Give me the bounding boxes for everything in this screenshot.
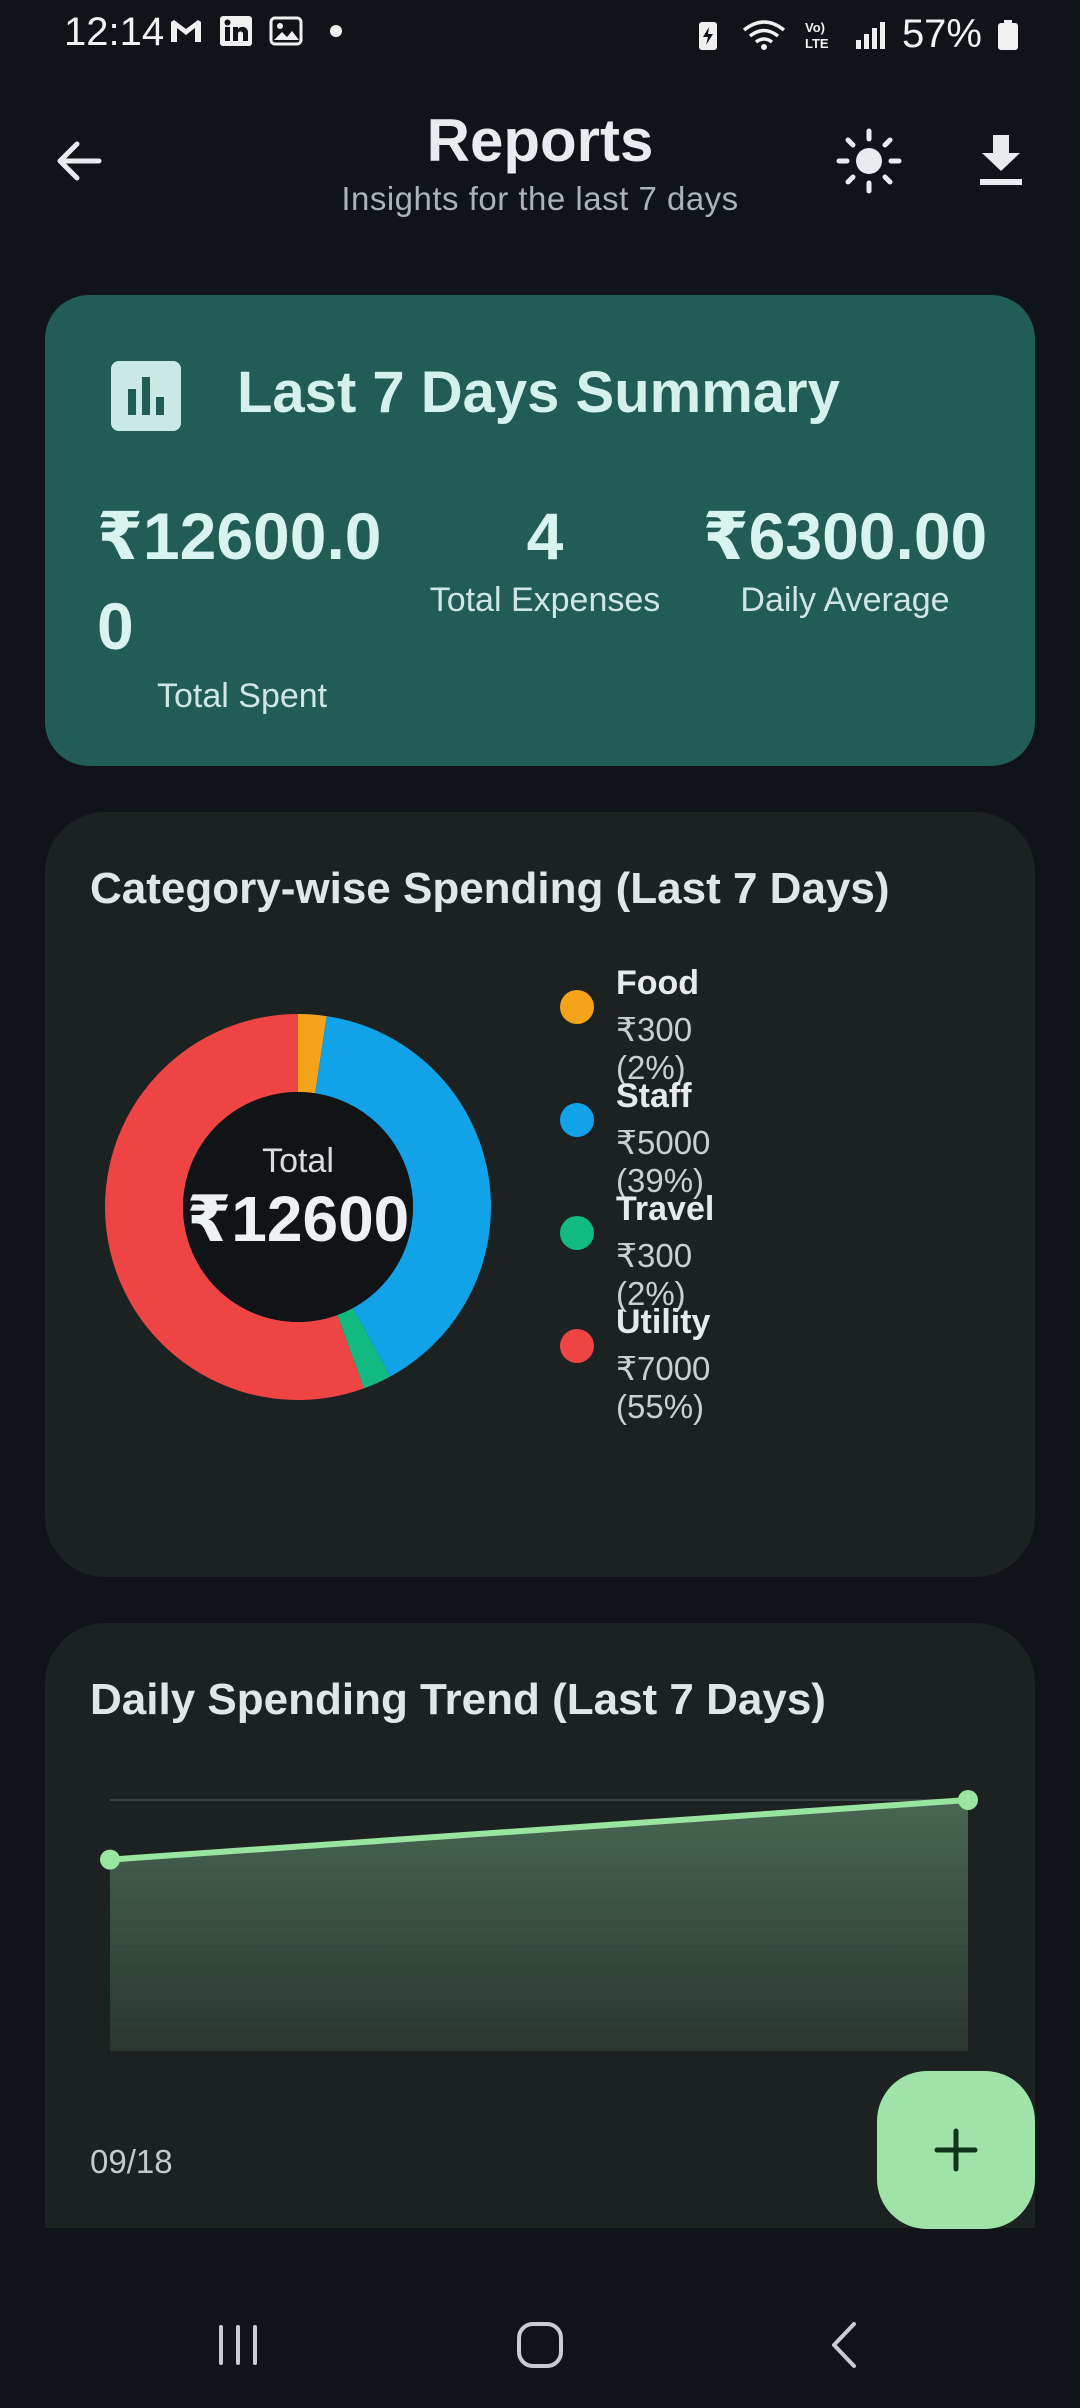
daily-average-value: ₹6300.00 bbox=[702, 499, 988, 573]
system-back-button[interactable] bbox=[784, 2300, 904, 2390]
recent-apps-icon bbox=[219, 2325, 257, 2365]
page-subtitle: Insights for the last 7 days bbox=[341, 180, 739, 217]
legend-category-amount: ₹300 (2%) bbox=[616, 1237, 693, 1312]
volte-icon: Vo)LTE bbox=[805, 20, 829, 51]
legend-category-amount: ₹300 (2%) bbox=[616, 1011, 693, 1086]
legend-category-name: Food bbox=[616, 964, 700, 1002]
daily-trend-chart[interactable] bbox=[45, 1771, 1035, 2051]
donut-center-label: Total bbox=[262, 1142, 334, 1180]
gmail-icon bbox=[171, 20, 201, 42]
legend-category-name: Staff bbox=[616, 1077, 692, 1115]
download-button[interactable] bbox=[962, 122, 1040, 200]
total-expenses-value: 4 bbox=[526, 499, 564, 573]
daily-average-label: Daily Average bbox=[740, 581, 950, 619]
total-expenses-label: Total Expenses bbox=[429, 581, 661, 619]
sun-icon bbox=[836, 128, 902, 194]
battery-saver-icon bbox=[698, 21, 717, 50]
donut-center-value: ₹12600 bbox=[186, 1183, 410, 1255]
stat-total-expenses: 4 Total Expenses bbox=[415, 491, 675, 620]
stat-daily-average: ₹6300.00 Daily Average bbox=[685, 491, 1005, 620]
x-axis-tick: 09/18 bbox=[90, 2143, 173, 2180]
battery-icon bbox=[998, 19, 1018, 50]
legend-category-name: Travel bbox=[616, 1190, 715, 1228]
svg-text:LTE: LTE bbox=[805, 36, 829, 51]
status-time: 12:14 bbox=[64, 10, 165, 54]
summary-title: Last 7 Days Summary bbox=[237, 360, 840, 425]
home-button[interactable] bbox=[480, 2300, 600, 2390]
total-spent-value: ₹12600.00 bbox=[97, 499, 382, 663]
gallery-icon bbox=[269, 16, 303, 46]
add-expense-button[interactable] bbox=[877, 2071, 1035, 2229]
system-nav-bar bbox=[0, 2280, 1080, 2408]
page-title: Reports bbox=[426, 107, 654, 174]
more-notifications-dot bbox=[330, 25, 342, 37]
trend-area-fill bbox=[110, 1800, 968, 2051]
total-spent-label: Total Spent bbox=[157, 677, 328, 715]
category-card-title: Category-wise Spending (Last 7 Days) bbox=[90, 864, 890, 913]
legend-category-amount: ₹7000 (55%) bbox=[616, 1350, 711, 1425]
trend-point[interactable] bbox=[958, 1790, 978, 1810]
signal-icon bbox=[855, 21, 885, 49]
svg-text:Vo): Vo) bbox=[805, 20, 825, 35]
legend-color-dot bbox=[560, 990, 594, 1024]
bar-chart-icon bbox=[111, 361, 181, 431]
category-spending-card: Category-wise Spending (Last 7 Days) Tot… bbox=[45, 812, 1035, 1577]
plus-icon bbox=[934, 2128, 978, 2172]
download-icon bbox=[980, 135, 1022, 185]
legend-category-name: Utility bbox=[616, 1303, 711, 1341]
legend-category-amount: ₹5000 (39%) bbox=[616, 1124, 711, 1199]
legend-color-dot bbox=[560, 1329, 594, 1363]
trend-card-title: Daily Spending Trend (Last 7 Days) bbox=[90, 1675, 826, 1724]
wifi-icon bbox=[742, 19, 786, 50]
home-icon bbox=[517, 2322, 563, 2368]
system-icons: Vo) LTE 57% bbox=[690, 12, 1020, 57]
legend-color-dot bbox=[560, 1216, 594, 1250]
app-header: Reports Insights for the last 7 days bbox=[0, 80, 1080, 240]
trend-point[interactable] bbox=[100, 1849, 120, 1870]
battery-percentage: 57% bbox=[901, 12, 982, 56]
notification-icons bbox=[168, 14, 342, 48]
stat-total-spent: ₹12600.00 Total Spent bbox=[97, 491, 397, 716]
back-icon bbox=[832, 2322, 856, 2368]
recent-apps-button[interactable] bbox=[178, 2300, 298, 2390]
theme-toggle-button[interactable] bbox=[830, 122, 908, 200]
status-bar: 12:14 Vo) LTE 57% bbox=[0, 0, 1080, 70]
legend-color-dot bbox=[560, 1103, 594, 1137]
summary-card: Last 7 Days Summary ₹12600.00 Total Spen… bbox=[45, 295, 1035, 766]
linkedin-icon bbox=[220, 16, 252, 46]
